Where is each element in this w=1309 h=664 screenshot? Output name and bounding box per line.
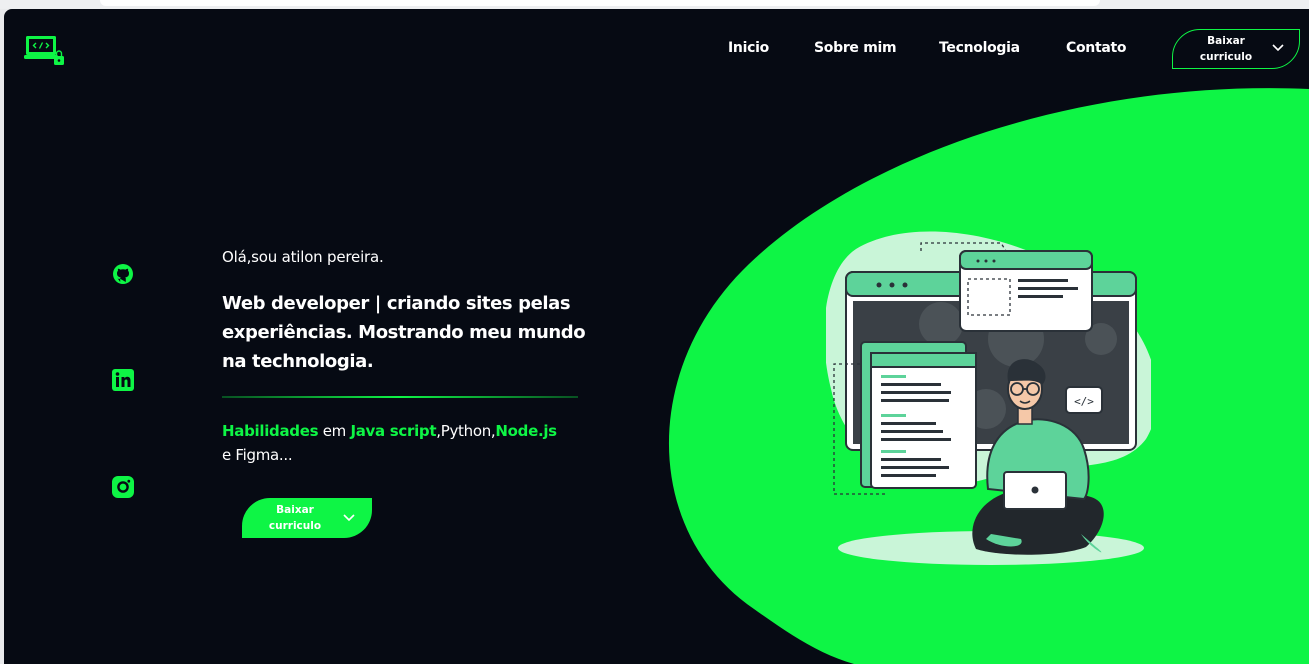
skill-figma: e Figma...	[222, 446, 293, 464]
nav-contato[interactable]: Contato	[1066, 40, 1127, 56]
header-download-cv-button[interactable]: Baixar curriculo	[1172, 29, 1300, 69]
skills-label: Habilidades	[222, 422, 319, 440]
cta-line2: curriculo	[268, 520, 322, 532]
chevron-down-icon	[1272, 44, 1284, 52]
chevron-down-icon	[343, 514, 355, 522]
skill-python: ,Python,	[436, 422, 496, 440]
headline-line1: Web developer | criando sites pelas	[222, 293, 571, 314]
instagram-icon[interactable]	[111, 475, 135, 499]
page: Inicio Sobre mim Tecnologia Contato Baix…	[4, 9, 1309, 664]
headline-line3: na technologia.	[222, 351, 374, 372]
header-download-label: Baixar curriculo	[1191, 33, 1261, 65]
nav-inicio[interactable]: Inicio	[728, 40, 769, 56]
header-download-line1: Baixar	[1207, 35, 1245, 47]
hero-greeting: Olá,sou atilon pereira.	[222, 248, 384, 266]
cta-line1: Baixar	[276, 504, 314, 516]
skill-nodejs: Node.js	[495, 422, 557, 440]
hero-headline: Web developer | criando sites pelas expe…	[222, 289, 602, 376]
headline-line2: experiências. Mostrando meu mundo	[222, 322, 586, 343]
hero-download-cv-button[interactable]: Baixar curriculo	[242, 498, 372, 538]
code-laptop-logo[interactable]	[24, 34, 66, 66]
top-bar	[100, 0, 1100, 6]
skill-javascript: Java script	[350, 422, 437, 440]
svg-text:</>: </>	[1074, 395, 1094, 408]
browser-top-strip	[0, 0, 1309, 9]
linkedin-icon[interactable]	[111, 368, 135, 392]
nav-sobre-mim[interactable]: Sobre mim	[814, 40, 897, 56]
skills-text: Habilidades em Java script,Python,Node.j…	[222, 419, 592, 467]
cta-label: Baixar curriculo	[260, 502, 330, 534]
developer-with-laptop-illustration: </>	[826, 231, 1151, 565]
header-download-line2: curriculo	[1199, 51, 1253, 63]
nav-tecnologia[interactable]: Tecnologia	[939, 40, 1020, 56]
skills-connector: em	[318, 422, 351, 440]
hero-divider	[222, 396, 578, 398]
github-icon[interactable]	[111, 262, 135, 286]
